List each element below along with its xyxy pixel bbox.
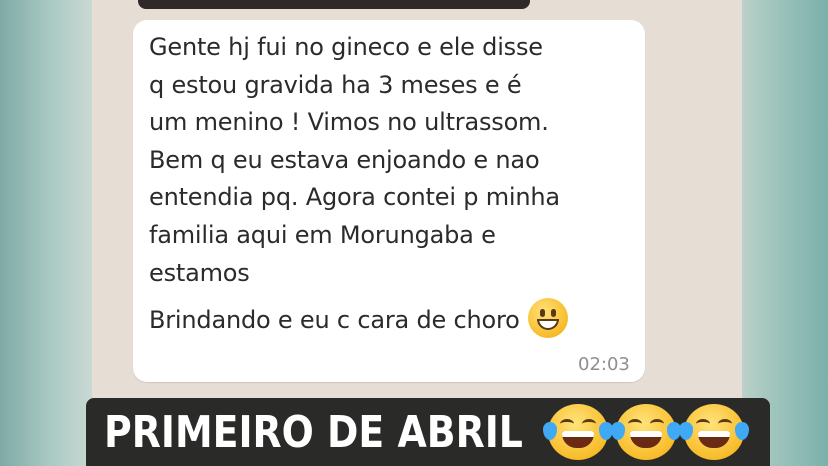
message-line: um menino ! Vimos no ultrassom. [149,108,549,137]
message-text: Gente hj fui no gineco e ele disse q est… [149,29,639,339]
story-caption-text: PRIMEIRO DE ABRIL [104,407,523,458]
previous-media-message[interactable] [138,0,530,9]
message-line: Gente hj fui no gineco e ele disse [149,33,543,61]
message-line: q estou gravida ha 3 meses e é [149,70,522,99]
grinning-face-icon [527,298,568,339]
message-last-line: Brindando e eu c cara de choro [149,298,639,339]
message-line: Bem q eu estava enjoando e nao [149,145,540,174]
message-line: familia aqui em Morungaba e [149,220,496,249]
face-with-tears-of-joy-icon [679,404,749,460]
message-line: estamos [149,258,250,287]
message-line: Brindando e eu c cara de choro [149,306,520,335]
message-line: entendia pq. Agora contei p minha [149,183,560,212]
face-with-tears-of-joy-icon [543,404,613,460]
face-with-tears-of-joy-icon [611,404,681,460]
message-timestamp: 02:03 [578,354,630,375]
